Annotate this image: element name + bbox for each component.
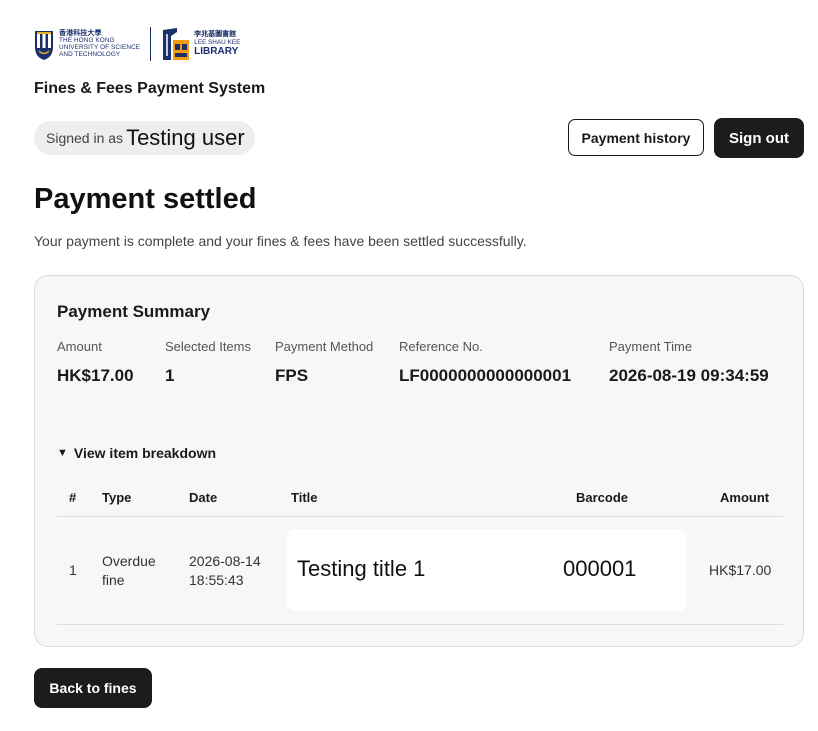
table-row-divider (57, 624, 783, 625)
summary-items-label: Selected Items (165, 339, 251, 354)
row-type-line2: fine (102, 572, 125, 588)
logo-divider (150, 27, 152, 61)
column-header-amount: Amount (720, 490, 770, 505)
summary-time-value: 2026-08-19 09:34:59 (609, 366, 769, 385)
payment-summary-card: Payment Summary Amount HK$17.00 Selected… (34, 275, 804, 647)
payment-history-button[interactable]: Payment history (568, 119, 704, 156)
hkust-crest-icon (35, 31, 53, 60)
payment-settled-page: 香港科技大學 THE HONG KONG UNIVERSITY OF SCIEN… (0, 0, 818, 731)
summary-method-value: FPS (275, 366, 309, 385)
summary-items-value: 1 (165, 366, 175, 385)
library-logo[interactable]: 李兆基圖書館 LEE SHAU KEE LIBRARY (161, 26, 240, 62)
view-item-breakdown-toggle[interactable]: ▼ View item breakdown (57, 445, 216, 461)
hkust-cn-name: 香港科技大學 (59, 29, 102, 37)
summary-reference-no: Reference No. LF0000000000000001 (399, 339, 571, 386)
hkust-logo[interactable]: 香港科技大學 THE HONG KONG UNIVERSITY OF SCIEN… (33, 27, 140, 61)
signed-in-label: Signed in as (46, 130, 124, 146)
library-name-line1: LEE SHAU KEE (194, 38, 241, 46)
summary-amount: Amount HK$17.00 (57, 339, 134, 386)
hkust-name-line3: AND TECHNOLOGY (59, 51, 121, 59)
page-subtitle: Your payment is complete and your fines … (34, 233, 527, 249)
table-header-divider (57, 516, 783, 517)
app-title: Fines & Fees Payment System (34, 80, 266, 97)
row-amount: HK$17.00 (709, 562, 772, 578)
breakdown-toggle-label: View item breakdown (73, 445, 217, 461)
page-title: Payment settled (34, 183, 257, 215)
summary-payment-time: Payment Time 2026-08-19 09:34:59 (609, 339, 769, 386)
summary-amount-value: HK$17.00 (57, 366, 134, 385)
header-logos: 香港科技大學 THE HONG KONG UNIVERSITY OF SCIEN… (33, 24, 240, 64)
hkust-name-line2: UNIVERSITY OF SCIENCE (59, 44, 141, 51)
row-type-line1: Overdue (102, 553, 156, 569)
summary-ref-value: LF0000000000000001 (399, 366, 572, 385)
row-date-line1: 2026-08-14 (189, 553, 261, 569)
library-name-line2: LIBRARY (194, 46, 239, 58)
summary-selected-items: Selected Items 1 (165, 339, 251, 386)
back-to-fines-button[interactable]: Back to fines (34, 668, 152, 708)
row-type: Overdue fine (102, 552, 156, 590)
row-date: 2026-08-14 18:55:43 (189, 552, 261, 590)
row-number: 1 (69, 562, 77, 578)
library-mark-icon (163, 28, 190, 60)
row-title: Testing title 1 (297, 556, 426, 581)
column-header-barcode: Barcode (576, 490, 629, 505)
column-header-title: Title (291, 490, 318, 505)
summary-payment-method: Payment Method FPS (275, 339, 373, 386)
column-header-date: Date (189, 490, 218, 505)
signed-in-badge: Signed in as Testing user (34, 121, 255, 155)
row-barcode: 000001 (563, 556, 637, 581)
payment-summary-title: Payment Summary (57, 302, 211, 321)
summary-time-label: Payment Time (609, 339, 693, 354)
triangle-down-icon: ▼ (57, 447, 68, 459)
summary-method-label: Payment Method (275, 339, 374, 354)
sign-out-button[interactable]: Sign out (714, 118, 804, 158)
signed-in-user-name: Testing user (126, 125, 245, 150)
column-header-number: # (69, 490, 77, 505)
library-cn-name: 李兆基圖書館 (194, 30, 237, 38)
library-wordmark: 李兆基圖書館 LEE SHAU KEE LIBRARY (194, 31, 240, 57)
hkust-name-line1: THE HONG KONG (59, 36, 115, 44)
summary-ref-label: Reference No. (399, 339, 483, 354)
column-header-type: Type (102, 490, 132, 505)
row-date-line2: 18:55:43 (189, 572, 244, 588)
hkust-wordmark: 香港科技大學 THE HONG KONG UNIVERSITY OF SCIEN… (59, 30, 140, 59)
summary-amount-label: Amount (57, 339, 102, 354)
